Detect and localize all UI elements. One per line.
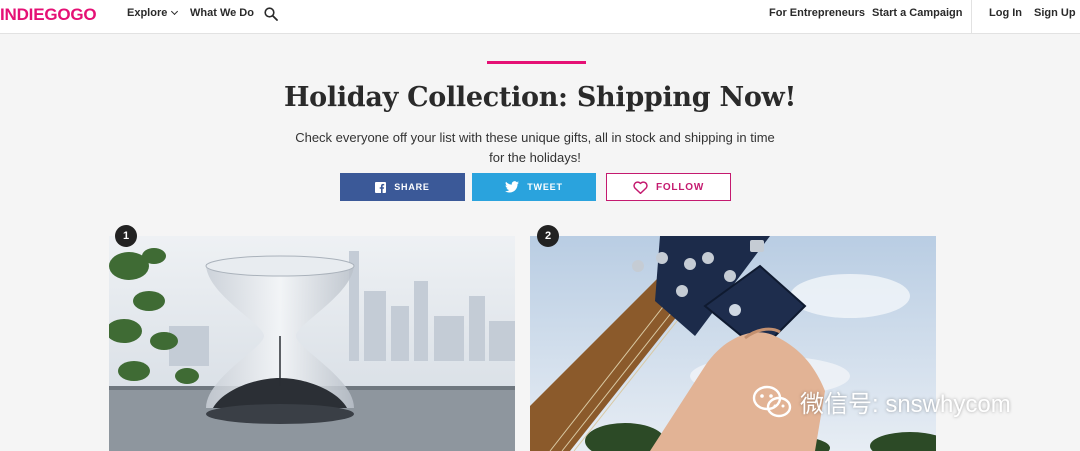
follow-label: FOLLOW: [655, 181, 705, 193]
nav-divider: [971, 0, 972, 34]
nav-for-entrepreneurs[interactable]: For Entrepreneurs: [769, 7, 865, 19]
wechat-icon: [752, 385, 792, 417]
share-button[interactable]: SHARE: [340, 173, 465, 201]
title-accent-line: [487, 61, 586, 64]
indiegogo-logo[interactable]: INDIEGOGO: [0, 5, 97, 25]
login-link[interactable]: Log In: [989, 7, 1022, 19]
top-navigation-bar: INDIEGOGO Explore What We Do For Entrepr…: [0, 0, 1080, 34]
signup-link[interactable]: Sign Up: [1034, 7, 1076, 19]
share-label: SHARE: [394, 182, 430, 192]
rank-badge: 1: [115, 225, 137, 247]
facebook-icon: [375, 181, 387, 193]
tweet-button[interactable]: TWEET: [472, 173, 596, 201]
page-description: Check everyone off your list with these …: [295, 130, 775, 165]
twitter-bird-icon: [505, 181, 520, 193]
campaign-card-hourglass[interactable]: [109, 236, 515, 451]
nav-what-we-do[interactable]: What We Do: [190, 7, 254, 19]
search-icon[interactable]: [264, 7, 278, 21]
chevron-down-icon: [171, 7, 179, 16]
follow-button[interactable]: FOLLOW: [606, 173, 731, 201]
rank-badge: 2: [537, 225, 559, 247]
watermark-text: 微信号: snswhycom: [800, 391, 1011, 418]
wechat-watermark: 微信号: snswhycom: [752, 384, 1011, 419]
page-title: Holiday Collection: Shipping Now!: [283, 82, 797, 113]
tweet-label: TWEET: [527, 182, 563, 192]
nav-explore[interactable]: Explore: [127, 7, 179, 19]
hourglass-photo: [109, 236, 515, 451]
nav-explore-label: Explore: [127, 7, 168, 19]
nav-start-campaign[interactable]: Start a Campaign: [872, 7, 962, 19]
heart-icon: [633, 180, 648, 194]
